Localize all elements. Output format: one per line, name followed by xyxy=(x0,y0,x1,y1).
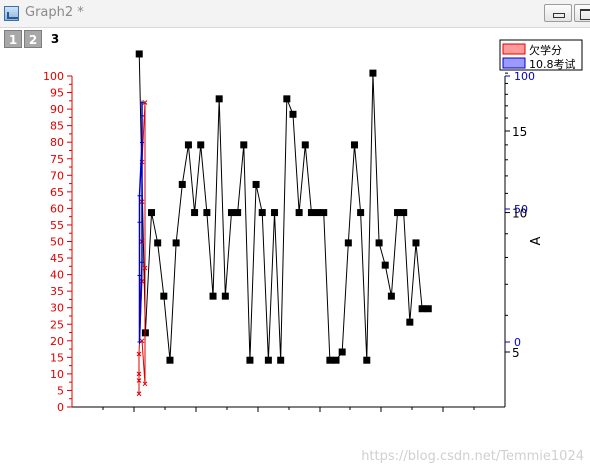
left-axis-tick-label: 5 xyxy=(57,384,64,397)
series-black-marker xyxy=(338,348,346,356)
chart-canvas: 0 5 10 15 20 25 30 35 40 45 50 55 60 65 70 75 80 85 90 95 10… xyxy=(43,39,584,464)
series-black-marker xyxy=(406,318,414,326)
series-black-marker xyxy=(221,292,229,300)
series-black-marker xyxy=(148,209,156,217)
series-blue-marker xyxy=(137,193,142,198)
series-black-marker xyxy=(320,209,328,217)
left-axis-tick-label: 60 xyxy=(50,202,64,215)
legend-swatch xyxy=(502,43,526,55)
series-black-marker xyxy=(394,209,402,217)
series-black-marker xyxy=(252,180,260,188)
black-axis-tick-label: 5 xyxy=(512,346,520,360)
blue-axis-tick-label: 100 xyxy=(514,70,535,83)
series-black-marker xyxy=(271,209,279,217)
series-black-marker xyxy=(172,239,180,247)
left-axis-tick-label: 35 xyxy=(50,285,64,298)
series-black-marker xyxy=(178,180,186,188)
legend-label: 10.8考试 xyxy=(529,58,576,71)
series-black-marker xyxy=(289,110,297,118)
series-black-marker xyxy=(326,356,334,364)
series-black-marker xyxy=(227,209,235,217)
series-black-marker xyxy=(375,239,383,247)
series-blue-marker xyxy=(137,340,142,344)
series-black-marker xyxy=(381,261,389,269)
left-axis-tick-label: 25 xyxy=(50,318,64,331)
series-black-marker xyxy=(209,292,217,300)
black-axis-tick-label: 10 xyxy=(512,207,527,221)
series-black-marker xyxy=(166,356,174,364)
series-black-marker xyxy=(350,141,358,149)
legend-swatch xyxy=(502,57,526,69)
series-black-marker xyxy=(197,141,205,149)
series-black-marker xyxy=(215,95,223,103)
series-black-marker xyxy=(363,356,371,364)
left-axis-tick-label: 0 xyxy=(57,401,64,414)
series-black-marker xyxy=(387,292,395,300)
series-black-marker xyxy=(412,239,420,247)
series-blue-marker xyxy=(137,220,142,225)
series-black-marker xyxy=(424,305,432,313)
series-black-marker xyxy=(160,292,168,300)
left-axis-tick-label: 75 xyxy=(50,153,64,166)
series-black-marker xyxy=(154,239,162,247)
left-axis-tick-label: 85 xyxy=(50,120,64,133)
left-axis-tick-label: 40 xyxy=(50,269,64,282)
series-black-marker xyxy=(301,141,309,149)
left-axis-tick-label: 45 xyxy=(50,252,64,265)
series-black-marker xyxy=(357,209,365,217)
left-axis-tick-label: 50 xyxy=(50,236,64,249)
black-axis-label: A xyxy=(529,236,544,245)
left-axis-tick-label: 20 xyxy=(50,335,64,348)
left-axis-tick-label: 95 xyxy=(50,87,64,100)
left-axis-tick-label: 10 xyxy=(50,368,64,381)
series-black-marker xyxy=(191,209,199,217)
series-black-marker xyxy=(283,95,291,103)
series-black-marker xyxy=(135,50,143,58)
series-black-marker xyxy=(344,239,352,247)
left-axis-tick-label: 65 xyxy=(50,186,64,199)
left-axis-tick-label: 30 xyxy=(50,302,64,315)
series-black-marker xyxy=(184,141,192,149)
series-black-marker xyxy=(203,209,211,217)
series-black-marker xyxy=(307,209,315,217)
left-axis-tick-label: 80 xyxy=(50,136,64,149)
series-black-marker xyxy=(277,356,285,364)
series-black-marker xyxy=(295,209,303,217)
series-black-marker xyxy=(240,141,248,149)
series-black-marker xyxy=(234,209,242,217)
series-black-marker xyxy=(400,209,408,217)
left-axis-tick-label: 15 xyxy=(50,351,64,364)
left-axis-tick-label: 90 xyxy=(50,103,64,116)
left-axis-tick-label: 55 xyxy=(50,219,64,232)
series-black-marker xyxy=(418,305,426,313)
series-black-marker xyxy=(369,69,377,77)
series-black-marker xyxy=(332,356,340,364)
series-black-marker xyxy=(246,356,254,364)
legend-label: 欠学分 xyxy=(529,43,562,57)
left-axis-tick-label: 70 xyxy=(50,169,64,182)
left-axis-tick-label: 100 xyxy=(43,70,64,83)
black-axis-tick-label: 15 xyxy=(512,125,527,139)
watermark-text: https://blog.csdn.net/Temmie1024 xyxy=(361,449,584,464)
series-black-marker xyxy=(258,209,266,217)
series-black-marker xyxy=(264,356,272,364)
series-black-marker xyxy=(314,209,322,217)
